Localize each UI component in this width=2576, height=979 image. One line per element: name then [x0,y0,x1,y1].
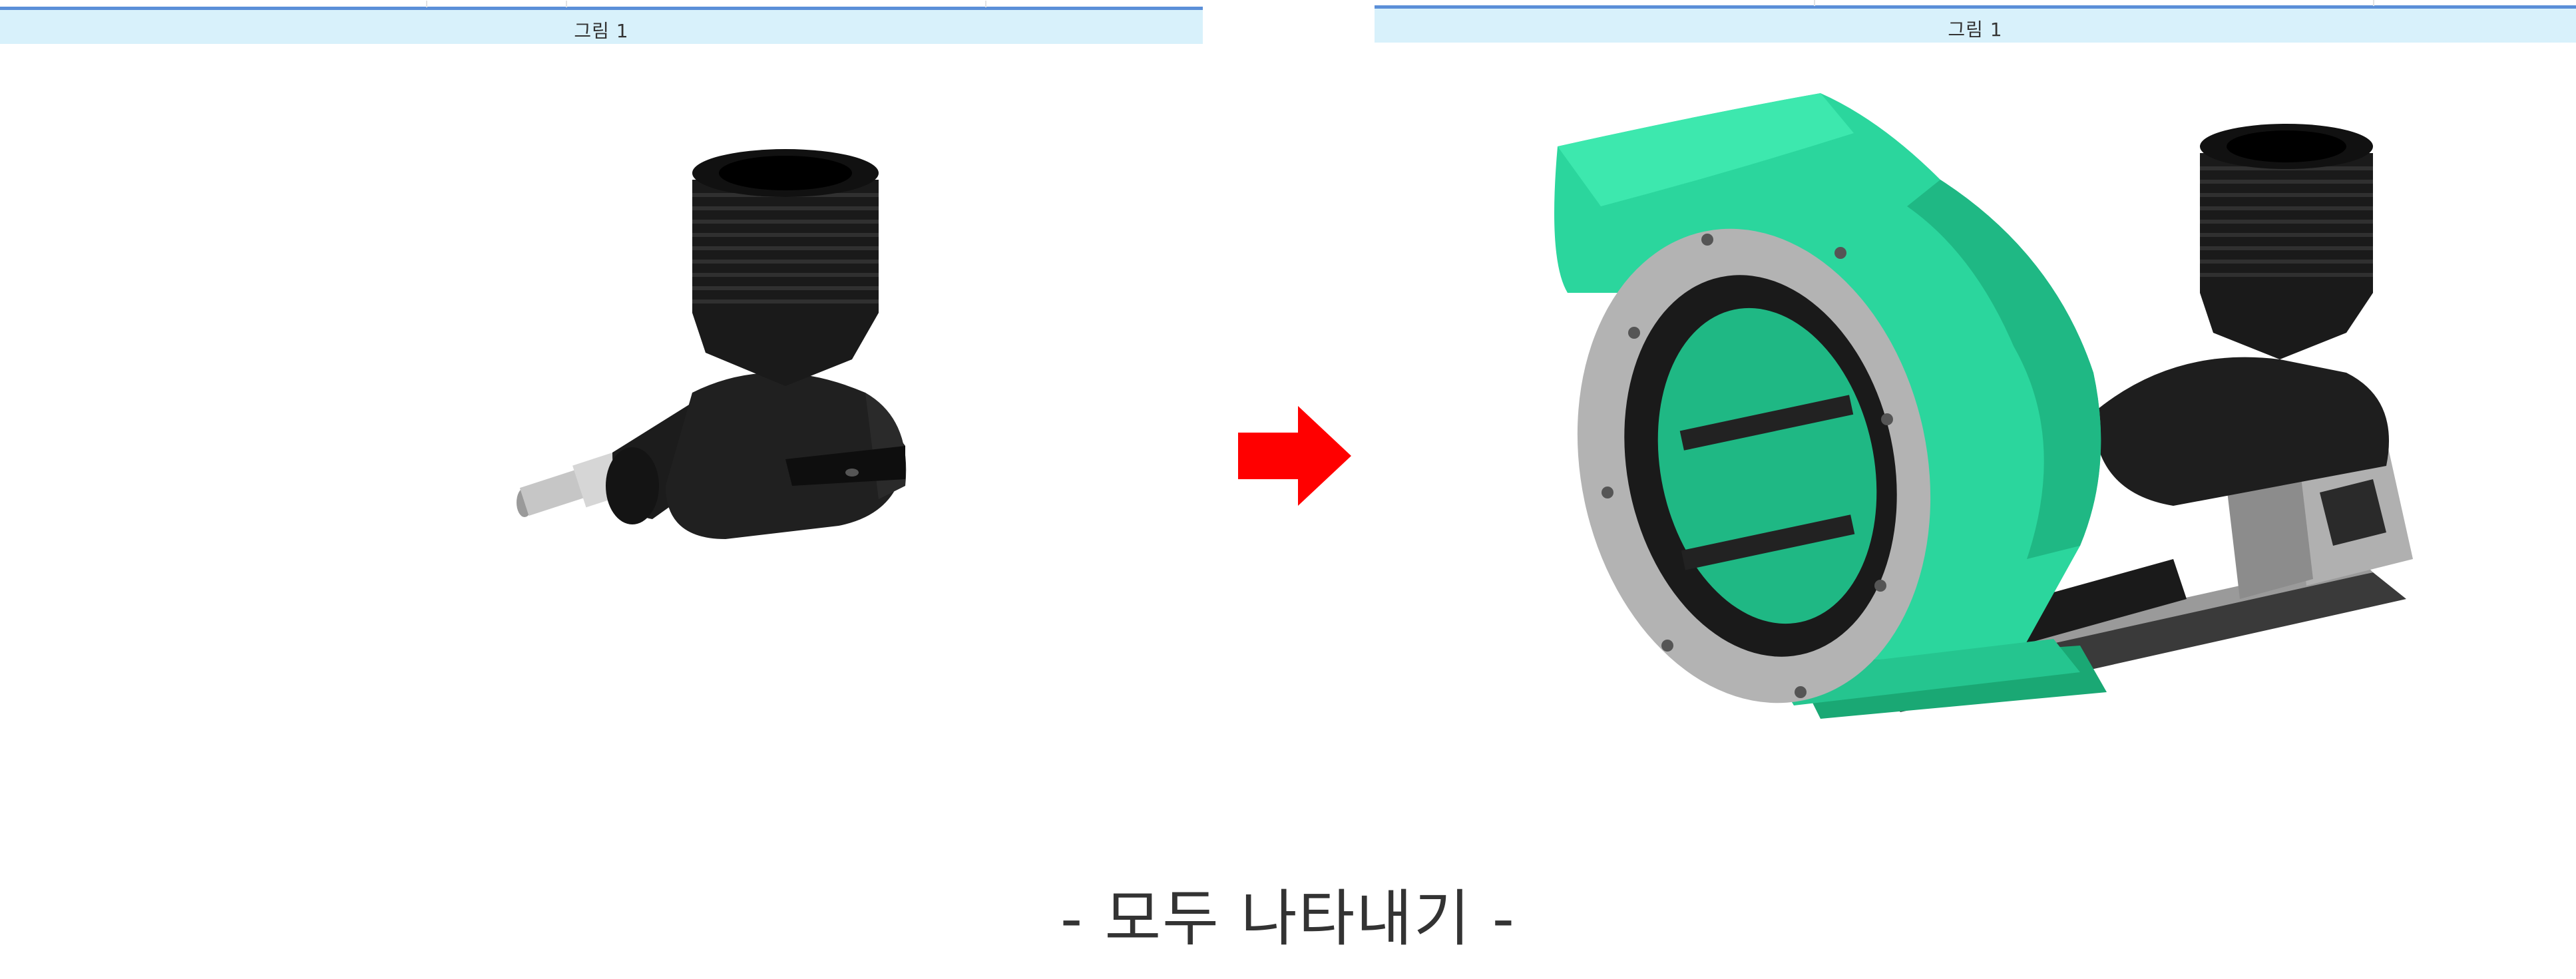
full-assembly-model[interactable] [1508,93,2440,772]
ruler-tick [1814,0,1815,6]
cylinder-shape [692,149,879,386]
ruler-tick [985,1,986,7]
viewport-label: 그림 1 [574,20,629,42]
ruler-tick [2373,0,2374,6]
crankcase-shape [606,373,907,539]
engine-shape [2093,124,2389,506]
ruler-tick [566,1,567,7]
viewport-label: 그림 1 [1948,19,2003,41]
header-ruler [0,1,1203,10]
engine-part-model[interactable] [506,140,919,552]
ruler-tick [426,1,427,7]
right-viewport[interactable]: 그림 1 [1375,0,2576,799]
header-ruler [1375,0,2576,9]
right-viewport-header: 그림 1 [1375,0,2576,43]
left-viewport[interactable]: 그림 1 [0,0,1203,799]
caption-text: - 모두 나타내기 - [1060,883,1516,954]
left-viewport-header: 그림 1 [0,1,1203,44]
transition-arrow-icon [1238,406,1351,506]
